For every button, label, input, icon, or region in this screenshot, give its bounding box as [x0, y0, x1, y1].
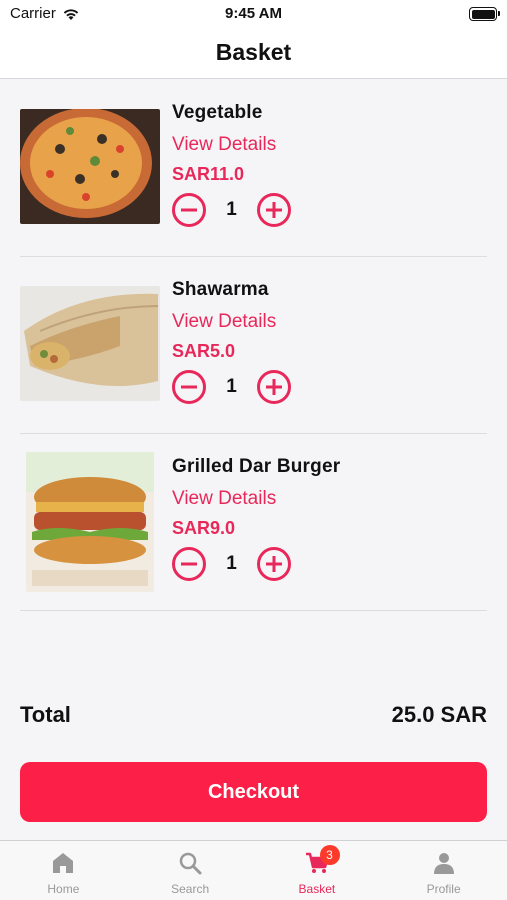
view-details-link[interactable]: View Details [172, 311, 291, 333]
increase-quantity-button[interactable] [257, 193, 291, 227]
tab-label: Search [171, 882, 210, 896]
item-name: Vegetable [172, 102, 263, 123]
page-title: Basket [215, 39, 292, 65]
burger-image[interactable] [26, 452, 154, 592]
decrease-quantity-button[interactable] [172, 547, 206, 581]
person-icon [433, 853, 454, 874]
quantity-value: 1 [226, 376, 237, 397]
view-details-link[interactable]: View Details [172, 488, 340, 510]
quantity-stepper: 1 [172, 193, 291, 227]
tab-bar: Home Search 3 Basket Profile [0, 840, 507, 900]
item-price: SAR11.0 [172, 164, 245, 184]
tab-profile[interactable]: Profile [380, 841, 507, 900]
increase-quantity-button[interactable] [257, 547, 291, 581]
navigation-bar: Basket [0, 30, 507, 79]
basket-item: Shawarma View Details SAR5.0 1 [20, 257, 487, 434]
status-time: 9:45 AM [225, 5, 282, 22]
quantity-stepper: 1 [172, 370, 291, 404]
quantity-stepper: 1 [172, 547, 340, 581]
battery-icon [469, 7, 500, 21]
tab-label: Home [47, 882, 80, 896]
quantity-value: 1 [226, 553, 237, 574]
total-label: Total [20, 702, 71, 727]
status-bar: Carrier 9:45 AM [0, 0, 507, 30]
item-price: SAR5.0 [172, 341, 236, 361]
decrease-quantity-button[interactable] [172, 370, 206, 404]
total-value: 25.0 SAR [391, 702, 487, 727]
tab-search[interactable]: Search [127, 841, 254, 900]
item-price: SAR9.0 [172, 518, 236, 538]
item-name: Grilled Dar Burger [172, 456, 341, 477]
increase-quantity-button[interactable] [257, 370, 291, 404]
pizza-image[interactable] [20, 109, 160, 224]
tab-basket[interactable]: 3 Basket [254, 841, 381, 900]
shawarma-image[interactable] [20, 286, 160, 401]
tab-label: Profile [426, 882, 461, 896]
basket-item: Vegetable View Details SAR11.0 1 [20, 80, 487, 257]
checkout-button[interactable]: Checkout [20, 762, 487, 822]
quantity-value: 1 [226, 199, 237, 220]
cart-count-badge: 3 [319, 845, 340, 865]
basket-item: Grilled Dar Burger View Details SAR9.0 1 [20, 434, 487, 611]
tab-label: Basket [298, 882, 336, 896]
total-row: Total 25.0 SAR [20, 702, 487, 728]
tab-home[interactable]: Home [0, 841, 127, 900]
item-name: Shawarma [172, 279, 269, 300]
search-icon [179, 852, 202, 875]
home-icon [53, 853, 74, 873]
decrease-quantity-button[interactable] [172, 193, 206, 227]
basket-list: Vegetable View Details SAR11.0 1 Shawarm… [20, 80, 487, 611]
view-details-link[interactable]: View Details [172, 134, 291, 156]
